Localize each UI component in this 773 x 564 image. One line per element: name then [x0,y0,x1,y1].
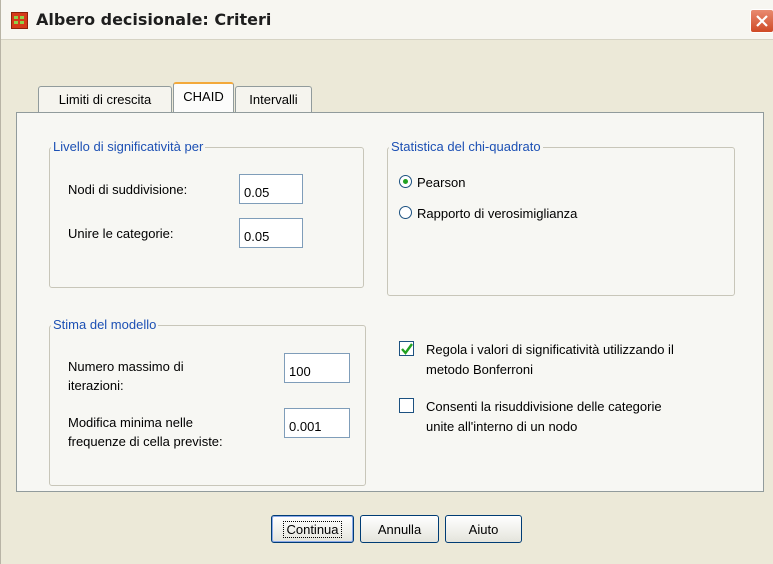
significance-group [49,147,364,288]
continue-button-label: Continua [283,521,342,538]
pearson-radio[interactable] [399,175,412,188]
split-nodes-input[interactable] [239,174,303,204]
checkmark-icon [401,343,413,355]
help-button-label: Aiuto [468,522,499,537]
min-change-label-line2: frequenze di cella previste: [68,434,223,449]
resplit-label-line1[interactable]: Consenti la risuddivisione delle categor… [426,398,662,415]
tab-label: Limiti di crescita [58,92,152,107]
continue-button[interactable]: Continua [271,515,354,543]
max-iterations-input[interactable] [284,353,350,383]
bonferroni-label-line2[interactable]: metodo Bonferroni [426,361,533,378]
bonferroni-checkbox[interactable] [399,341,414,356]
resplit-checkbox[interactable] [399,398,414,413]
model-estimation-group-title: Stima del modello [51,317,159,332]
dialog-window: Albero decisionale: Criteri Limiti di cr… [0,0,773,564]
radio-selected-dot [403,179,408,184]
close-icon [756,15,768,27]
max-iterations-label-line2: iterazioni: [68,378,124,393]
spss-app-icon [11,12,28,29]
split-nodes-label: Nodi di suddivisione: [68,182,188,197]
cancel-button-label: Annulla [377,522,422,537]
title-bar[interactable]: Albero decisionale: Criteri [1,0,773,40]
model-estimation-group [49,325,366,486]
close-button[interactable] [750,9,773,33]
likelihood-ratio-radio[interactable] [399,206,412,219]
min-change-label-line1: Modifica minima nelle [68,415,193,430]
tab-chaid[interactable]: CHAID [173,82,234,112]
window-title: Albero decisionale: Criteri [36,10,272,29]
resplit-label-line2[interactable]: unite all'interno di un nodo [426,418,577,435]
merge-categories-input[interactable] [239,218,303,248]
likelihood-ratio-label[interactable]: Rapporto di verosimiglianza [417,205,577,222]
tab-intervalli[interactable]: Intervalli [235,86,312,112]
significance-group-title: Livello di significatività per [51,139,206,154]
tab-label: Intervalli [249,92,298,107]
min-change-input[interactable] [284,408,350,438]
max-iterations-label-line1: Numero massimo di [68,359,184,374]
merge-categories-label: Unire le categorie: [68,226,174,241]
pearson-label[interactable]: Pearson [417,174,465,191]
help-button[interactable]: Aiuto [445,515,522,543]
tab-label: CHAID [183,89,224,104]
chi-square-group-title: Statistica del chi-quadrato [389,139,543,154]
cancel-button[interactable]: Annulla [360,515,439,543]
tab-limiti-di-crescita[interactable]: Limiti di crescita [38,86,172,112]
bonferroni-label-line1[interactable]: Regola i valori di significatività utili… [426,341,674,358]
